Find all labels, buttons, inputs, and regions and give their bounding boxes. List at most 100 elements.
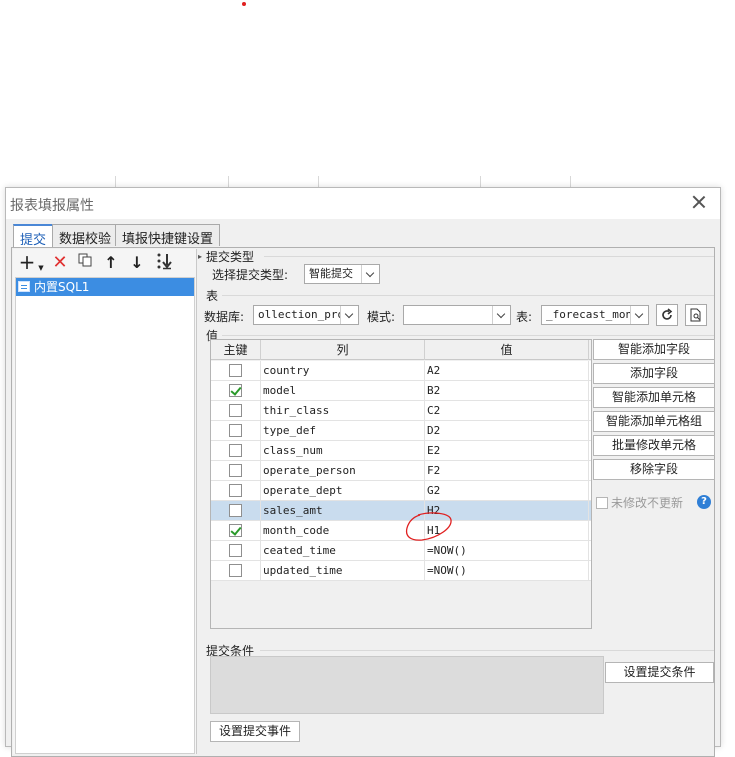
move-down-icon[interactable]: ↓ — [126, 252, 148, 274]
primary-key-checkbox[interactable] — [229, 484, 242, 497]
tree-item-label: 内置SQL1 — [34, 280, 90, 294]
table-row[interactable]: model B2 — [211, 381, 591, 401]
primary-key-checkbox[interactable] — [229, 544, 242, 557]
table-row[interactable]: thir_class C2 — [211, 401, 591, 421]
smart-add-field-button[interactable]: 智能添加字段 — [593, 339, 715, 360]
primary-key-checkbox[interactable] — [229, 384, 242, 397]
tab-shortcut-settings[interactable]: 填报快捷键设置 — [115, 224, 221, 247]
key-cell — [211, 421, 261, 441]
table-row[interactable]: updated_time =NOW() — [211, 561, 591, 581]
value-cell[interactable]: C2 — [425, 401, 589, 421]
add-field-button[interactable]: 添加字段 — [593, 363, 715, 384]
column-cell[interactable]: thir_class — [261, 401, 425, 421]
value-cell[interactable]: D2 — [425, 421, 589, 441]
refresh-icon[interactable] — [656, 304, 678, 326]
field-mapping-table: 主键 列 值 country A2 model B2 thir_class C2 type_… — [210, 339, 592, 629]
section-divider — [222, 295, 714, 296]
column-cell[interactable]: operate_dept — [261, 481, 425, 501]
delete-icon[interactable]: ✕ — [49, 252, 71, 274]
column-cell[interactable]: model — [261, 381, 425, 401]
column-cell[interactable]: ceated_time — [261, 541, 425, 561]
value-cell[interactable]: =NOW() — [425, 541, 589, 561]
primary-key-checkbox[interactable] — [229, 524, 242, 537]
column-cell[interactable]: updated_time — [261, 561, 425, 581]
column-cell[interactable]: month_code — [261, 521, 425, 541]
sort-icon[interactable] — [153, 252, 175, 274]
batch-modify-cells-button[interactable]: 批量修改单元格 — [593, 435, 715, 456]
primary-key-checkbox[interactable] — [229, 504, 242, 517]
key-cell — [211, 481, 261, 501]
key-cell — [211, 561, 261, 581]
value-cell[interactable]: E2 — [425, 441, 589, 461]
no-change-checkbox[interactable] — [596, 497, 608, 509]
table-row[interactable]: country A2 — [211, 361, 591, 381]
smart-add-cell-button[interactable]: 智能添加单元格 — [593, 387, 715, 408]
set-submit-event-button[interactable]: 设置提交事件 — [210, 721, 300, 742]
table-row[interactable]: type_def D2 — [211, 421, 591, 441]
primary-key-checkbox[interactable] — [229, 444, 242, 457]
table-row[interactable]: sales_amt H2 — [211, 501, 591, 521]
value-cell[interactable]: G2 — [425, 481, 589, 501]
table-row[interactable]: ceated_time =NOW() — [211, 541, 591, 561]
value-cell[interactable]: B2 — [425, 381, 589, 401]
tab-data-validation[interactable]: 数据校验 — [52, 224, 119, 247]
key-cell — [211, 541, 261, 561]
preview-table-icon[interactable] — [685, 304, 707, 326]
column-cell[interactable]: class_num — [261, 441, 425, 461]
column-cell[interactable]: sales_amt — [261, 501, 425, 521]
database-select[interactable]: ollection_pro — [253, 305, 359, 325]
value-cell[interactable]: F2 — [425, 461, 589, 481]
copy-icon[interactable] — [74, 252, 96, 274]
primary-key-checkbox[interactable] — [229, 564, 242, 577]
column-header-column[interactable]: 列 — [261, 340, 425, 360]
tree-item-sql1[interactable]: 内置SQL1 — [16, 278, 194, 296]
title-bar: 报表填报属性 — [6, 188, 720, 219]
no-change-option[interactable]: 未修改不更新 — [596, 494, 683, 511]
key-cell — [211, 461, 261, 481]
schema-label: 模式: — [367, 310, 396, 324]
table-select[interactable]: _forecast_mon — [541, 305, 649, 325]
remove-field-button[interactable]: 移除字段 — [593, 459, 715, 480]
submit-type-select[interactable]: 智能提交 — [304, 264, 380, 284]
table-row[interactable]: class_num E2 — [211, 441, 591, 461]
key-cell — [211, 501, 261, 521]
section-table: 表 — [206, 289, 219, 303]
smart-add-cell-group-button[interactable]: 智能添加单元格组 — [593, 411, 715, 432]
table-row[interactable]: operate_dept G2 — [211, 481, 591, 501]
red-annotation-circle — [405, 512, 452, 541]
help-icon[interactable]: ? — [697, 495, 711, 509]
sql-list-panel: + ▼ ✕ ↑ ↓ 内置SQL1 — [13, 249, 197, 754]
chevron-down-icon — [492, 306, 510, 324]
section-divider — [264, 256, 714, 257]
primary-key-checkbox[interactable] — [229, 464, 242, 477]
column-cell[interactable]: country — [261, 361, 425, 381]
red-dot-marker — [242, 2, 246, 6]
primary-key-checkbox[interactable] — [229, 364, 242, 377]
column-cell[interactable]: operate_person — [261, 461, 425, 481]
key-cell — [211, 521, 261, 541]
key-cell — [211, 441, 261, 461]
submit-settings-panel: 提交类型 选择提交类型: 智能提交 表 数据库: ollection_pro 模… — [204, 249, 715, 754]
move-up-icon[interactable]: ↑ — [100, 252, 122, 274]
table-row[interactable]: operate_person F2 — [211, 461, 591, 481]
column-cell[interactable]: type_def — [261, 421, 425, 441]
key-cell — [211, 401, 261, 421]
submit-type-label: 选择提交类型: — [212, 268, 289, 282]
schema-select[interactable] — [403, 305, 511, 325]
value-cell[interactable]: =NOW() — [425, 561, 589, 581]
tab-content: + ▼ ✕ ↑ ↓ 内置SQL1 ▸ 提交类型 选择提交类型: 智能提交 表 数… — [11, 247, 715, 757]
section-divider — [260, 650, 714, 651]
collapse-arrow-icon[interactable]: ▸ — [198, 252, 202, 261]
column-header-key[interactable]: 主键 — [211, 340, 261, 360]
sql-table-icon — [18, 281, 30, 292]
report-fill-properties-dialog: 报表填报属性 提交 数据校验 填报快捷键设置 + ▼ ✕ ↑ ↓ 内置SQL1 … — [5, 187, 721, 757]
table-row[interactable]: month_code H1 — [211, 521, 591, 541]
database-value: ollection_pro — [258, 308, 345, 321]
primary-key-checkbox[interactable] — [229, 424, 242, 437]
tab-submit[interactable]: 提交 — [13, 224, 54, 248]
primary-key-checkbox[interactable] — [229, 404, 242, 417]
close-icon[interactable] — [688, 192, 710, 214]
value-cell[interactable]: A2 — [425, 361, 589, 381]
set-submit-condition-button[interactable]: 设置提交条件 — [605, 662, 714, 683]
column-header-value[interactable]: 值 — [425, 340, 589, 360]
